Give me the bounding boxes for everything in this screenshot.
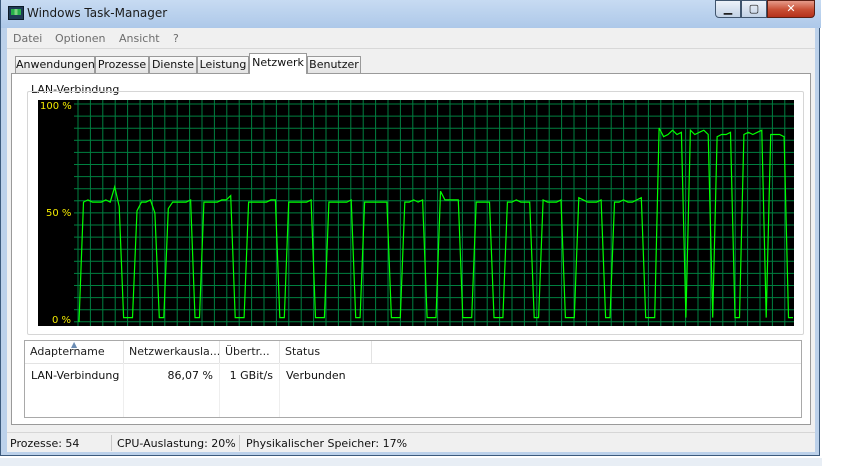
column-header-netzwerkauslastung[interactable]: Netzwerkausla... [124,341,220,363]
minimize-button[interactable]: ▁ [715,0,741,18]
status-processes: Prozesse: 54 [10,437,80,450]
column-header-adaptername[interactable]: Adaptername [25,341,123,363]
tab-benutzer[interactable]: Benutzer [307,56,361,73]
tab-prozesse[interactable]: Prozesse [95,56,149,73]
cell-adaptername: LAN-Verbindung [31,369,120,382]
y-tick-0: 0 % [52,315,72,326]
task-manager-icon [8,6,24,20]
adapter-list: ▲ Adaptername Netzwerkausla... Übertr...… [24,340,802,418]
task-manager-window: Windows Task-Manager ▁ ▢ ✕ Datei Optione… [0,0,821,456]
tab-leistung[interactable]: Leistung [197,56,249,73]
y-tick-100: 100 % [40,101,72,112]
maximize-button[interactable]: ▢ [741,0,767,18]
menu-help[interactable]: ? [173,32,179,45]
desktop-background-right [822,0,841,466]
menu-ansicht[interactable]: Ansicht [119,32,160,45]
desktop-background [0,458,841,466]
client-area: Datei Optionen Ansicht ? Anwendungen Pro… [7,28,815,452]
tab-dienste[interactable]: Dienste [149,56,197,73]
status-memory: Physikalischer Speicher: 17% [246,437,408,450]
menu-datei[interactable]: Datei [13,32,42,45]
menu-bar: Datei Optionen Ansicht ? [7,28,815,49]
network-graph [38,100,794,326]
y-tick-50: 50 % [46,208,72,219]
menu-optionen[interactable]: Optionen [55,32,105,45]
cell-uebertragung: 1 GBit/s [229,369,273,382]
title-bar[interactable]: Windows Task-Manager ▁ ▢ ✕ [1,0,821,28]
list-header: ▲ Adaptername Netzwerkausla... Übertr...… [25,340,801,364]
tab-netzwerk[interactable]: Netzwerk [249,53,307,74]
tab-anwendungen[interactable]: Anwendungen [15,56,95,73]
status-bar: Prozesse: 54 CPU-Auslastung: 20% Physika… [7,432,815,452]
close-button[interactable]: ✕ [767,0,815,18]
column-header-status[interactable]: Status [280,341,371,363]
window-title: Windows Task-Manager [27,6,168,20]
cell-netzwerkauslastung: 86,07 % [167,369,213,382]
status-cpu: CPU-Auslastung: 20% [117,437,236,450]
cell-status: Verbunden [286,369,346,382]
column-header-uebertragung[interactable]: Übertr... [220,341,279,363]
